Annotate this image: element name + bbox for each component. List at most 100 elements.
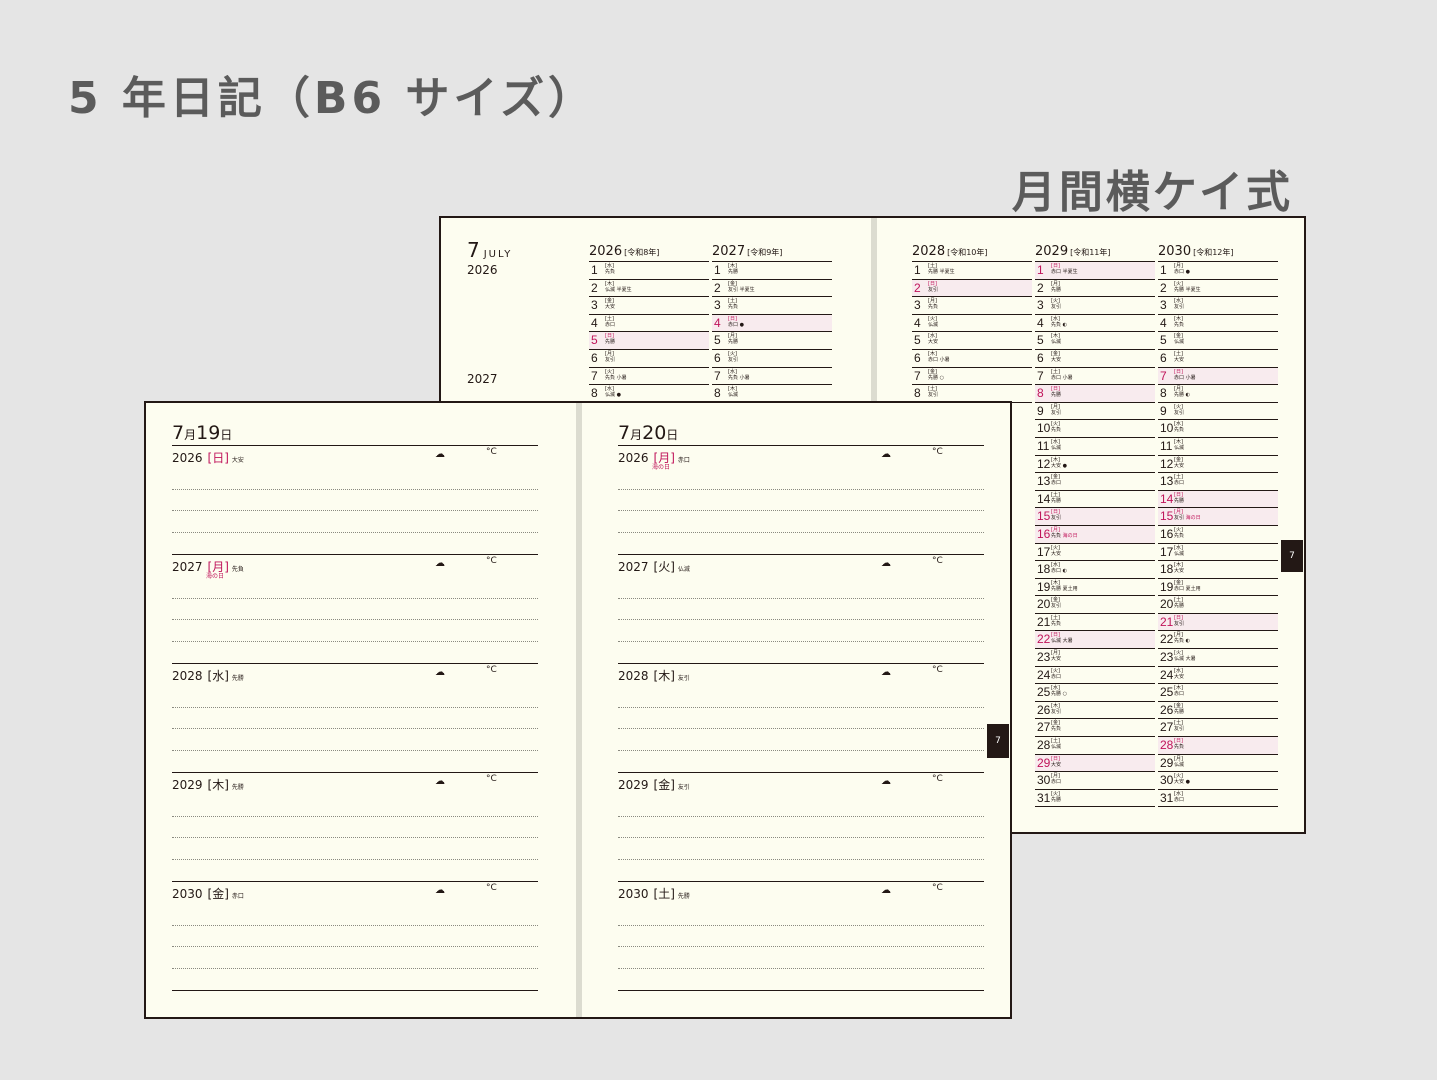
day-rokuyo: 友引: [1051, 409, 1062, 416]
year-row: 2028 [水] 先勝: [172, 667, 244, 684]
day-rokuyo: 先負: [1174, 744, 1185, 751]
day-extra: ◐: [1061, 321, 1067, 328]
writing-line: [172, 728, 538, 729]
day-extra: 海の日: [1184, 515, 1201, 522]
day-rokuyo: 先負: [1174, 532, 1185, 539]
day-rokuyo: 先負: [1051, 532, 1062, 539]
cloud-sun-icon[interactable]: ☁: [435, 449, 445, 460]
thermometer-icon[interactable]: °C: [486, 774, 497, 784]
thermometer-icon[interactable]: °C: [932, 883, 943, 893]
day-rokuyo: 赤口: [1174, 480, 1185, 487]
day-rokuyo: 先勝: [1051, 691, 1062, 698]
day-row: 2 [月] 先勝: [1035, 280, 1155, 298]
day-number: 13: [1037, 474, 1051, 489]
year-entry-2027[interactable]: 2027 [月] 先負 海の日 ☁ °C: [172, 554, 538, 663]
day-info: [木] 先勝 夏土用: [1051, 580, 1078, 592]
year-entry-2030[interactable]: 2030 [金] 赤口 ☁ °C: [172, 881, 538, 990]
day-row: 26 [木] 友引: [1035, 702, 1155, 720]
day-rokuyo: 先勝: [928, 374, 939, 381]
day-number: 4: [591, 315, 598, 330]
year-entry-2026[interactable]: 2026 [月] 赤口 海の日 ☁ °C: [618, 445, 984, 554]
day-extra: 小暑: [615, 374, 627, 381]
writing-line: [172, 532, 538, 533]
day-rokuyo: 仏滅: [928, 321, 939, 328]
year-divider: [172, 881, 538, 882]
year-entry-2030[interactable]: 2030 [土] 先勝 ☁ °C: [618, 881, 984, 990]
day-rokuyo: 大安: [1174, 673, 1185, 680]
day-rokuyo: 赤口: [1051, 779, 1062, 786]
writing-line: [618, 532, 984, 533]
cloud-sun-icon[interactable]: ☁: [435, 776, 445, 787]
thermometer-icon[interactable]: °C: [932, 556, 943, 566]
day-info: [水] 大安: [928, 333, 938, 345]
day-info: [日] 友引: [1174, 615, 1184, 627]
day-info: [火] 友引: [1051, 298, 1061, 310]
day-number: 5: [1160, 333, 1167, 348]
day-info: [月] 仏滅: [1174, 756, 1184, 768]
day-rokuyo: 赤口: [728, 321, 739, 328]
thermometer-icon[interactable]: °C: [486, 556, 497, 566]
day-number: 20: [1160, 597, 1174, 612]
month-col-header: 2027 [令和9年]: [712, 244, 832, 262]
day-row: 12 [木] 大安 ●: [1035, 456, 1155, 474]
day-rokuyo: 友引: [928, 392, 939, 399]
cloud-sun-icon[interactable]: ☁: [435, 667, 445, 678]
year-entry-2029[interactable]: 2029 [木] 先勝 ☁ °C: [172, 772, 538, 881]
day-row: 4 [日] 赤口 ●: [712, 314, 832, 333]
day-extra: ●: [1184, 779, 1190, 786]
day-info: [日] 先勝: [1051, 386, 1061, 398]
day-number: 16: [1160, 526, 1174, 541]
year-entry-2028[interactable]: 2028 [木] 友引 ☁ °C: [618, 663, 984, 772]
year-entry-2027[interactable]: 2027 [火] 仏滅 ☁ °C: [618, 554, 984, 663]
cloud-sun-icon[interactable]: ☁: [881, 449, 891, 460]
cloud-sun-icon[interactable]: ☁: [435, 558, 445, 569]
day-info: [土] 赤口: [1174, 474, 1184, 486]
day-info: [月] 赤口: [1051, 773, 1061, 785]
day-row: 13 [金] 赤口: [1035, 473, 1155, 491]
year-entry-2026[interactable]: 2026 [日] 大安 ☁ °C: [172, 445, 538, 554]
cloud-sun-icon[interactable]: ☁: [881, 558, 891, 569]
day-extra: ◐: [1184, 638, 1190, 645]
cloud-sun-icon[interactable]: ☁: [435, 885, 445, 896]
entry-rokuyo: 友引: [677, 784, 690, 791]
day-row: 7 [日] 赤口 小暑: [1158, 367, 1278, 386]
day-rokuyo: 友引: [1051, 304, 1062, 311]
day-rokuyo: 友引: [1174, 409, 1185, 416]
day-number: 2: [591, 280, 598, 295]
day-number: 7: [714, 368, 721, 383]
day-rokuyo: 仏滅: [1051, 339, 1062, 346]
day-rokuyo: 大安: [1174, 779, 1185, 786]
day-number: 6: [914, 350, 921, 365]
cloud-sun-icon[interactable]: ☁: [881, 667, 891, 678]
year-entry-2029[interactable]: 2029 [金] 友引 ☁ °C: [618, 772, 984, 881]
day-number: 27: [1160, 720, 1174, 735]
day-number: 6: [714, 350, 721, 365]
day-info: [火] 先勝: [1051, 791, 1061, 803]
year-divider: [172, 554, 538, 555]
day-rokuyo: 大安: [1174, 356, 1185, 363]
day-info: [日] 友引: [1051, 509, 1061, 521]
cloud-sun-icon[interactable]: ☁: [881, 885, 891, 896]
day-info: [土] 友引: [1174, 720, 1184, 732]
thermometer-icon[interactable]: °C: [486, 665, 497, 675]
year-row: 2029 [金] 友引: [618, 776, 690, 793]
thermometer-icon[interactable]: °C: [932, 665, 943, 675]
day-number: 8: [1160, 386, 1167, 401]
entry-rokuyo: 仏滅: [677, 566, 690, 573]
cloud-sun-icon[interactable]: ☁: [881, 776, 891, 787]
month-tab-monthly[interactable]: 7: [1281, 540, 1303, 572]
thermometer-icon[interactable]: °C: [486, 447, 497, 457]
writing-line: [618, 946, 984, 947]
day-row: 1 [日] 赤口 半夏生: [1035, 262, 1155, 280]
thermometer-icon[interactable]: °C: [486, 883, 497, 893]
day-number: 4: [1160, 315, 1167, 330]
day-rokuyo: 赤口: [928, 356, 939, 363]
day-info: [日] 先負: [1174, 738, 1184, 750]
thermometer-icon[interactable]: °C: [932, 774, 943, 784]
writing-line: [618, 859, 984, 860]
thermometer-icon[interactable]: °C: [932, 447, 943, 457]
year-entry-2028[interactable]: 2028 [水] 先勝 ☁ °C: [172, 663, 538, 772]
writing-line: [618, 837, 984, 838]
day-row: 18 [木] 大安: [1158, 561, 1278, 579]
month-tab-daily[interactable]: 7: [987, 724, 1009, 758]
